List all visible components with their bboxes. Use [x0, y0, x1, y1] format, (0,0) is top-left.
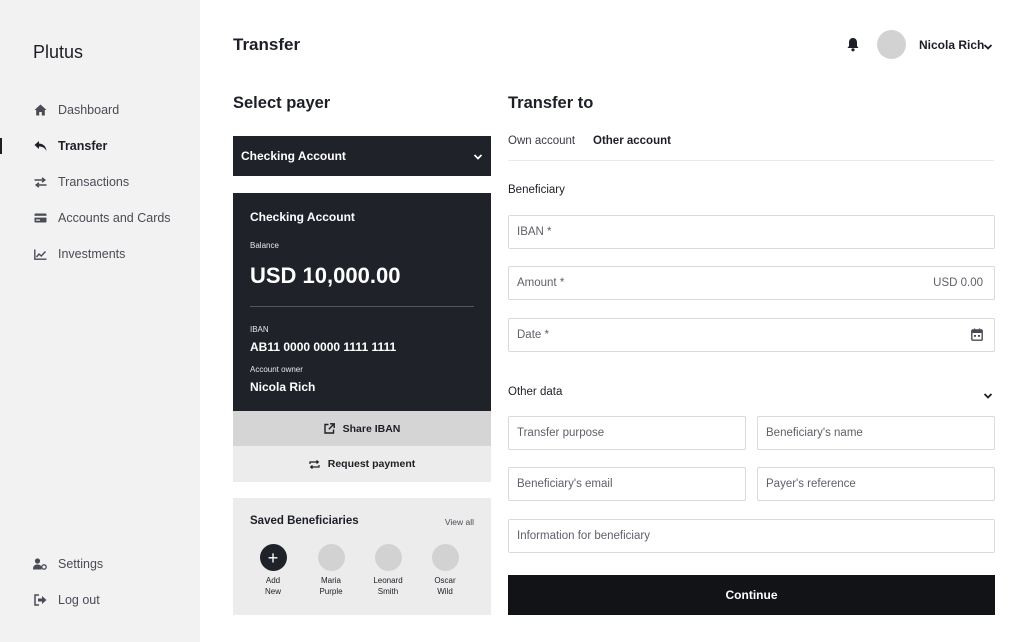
balance-label: Balance: [250, 241, 279, 250]
account-card: Checking Account Balance USD 10,000.00 I…: [233, 193, 491, 411]
beneficiary-email-field: [508, 467, 746, 501]
sidebar-item-label: Transfer: [58, 139, 108, 153]
transfer-tabs: Own account Other account: [508, 135, 994, 161]
chevron-down-icon[interactable]: [983, 38, 993, 56]
credit-card-icon: [33, 211, 47, 225]
share-iban-button[interactable]: Share IBAN: [233, 411, 491, 446]
sidebar-item-label: Transactions: [58, 175, 130, 189]
sidebar-nav: Dashboard Transfer Transactions Accounts…: [0, 92, 200, 272]
sidebar-item-label: Dashboard: [58, 103, 120, 117]
date-field: [508, 318, 995, 352]
bell-icon[interactable]: [846, 37, 860, 57]
sidebar: Plutus Dashboard Transfer Transactions A…: [0, 0, 200, 642]
brand-logo: Plutus: [33, 42, 84, 62]
payer-reference-field: [757, 467, 995, 501]
reply-arrow-icon: [33, 139, 47, 153]
line-chart-icon: [33, 247, 47, 261]
plus-icon: +: [259, 544, 287, 571]
sign-out-icon: [33, 593, 47, 607]
information-field: [508, 519, 995, 553]
user-cog-icon: [33, 557, 47, 571]
avatar[interactable]: [877, 30, 906, 59]
card-divider: [250, 306, 474, 307]
avatar: [317, 544, 345, 571]
owner-value: Nicola Rich: [250, 380, 316, 394]
transfer-purpose-field: [508, 416, 746, 450]
iban-field: [508, 215, 995, 249]
beneficiary-section-label: Beneficiary: [508, 184, 565, 196]
amount-input[interactable]: [509, 267, 994, 299]
account-select-value: Checking Account: [241, 149, 346, 163]
beneficiary-name: Leonard Smith: [373, 576, 403, 596]
owner-label: Account owner: [250, 365, 303, 374]
beneficiary-item[interactable]: Oscar Wild: [425, 544, 465, 597]
request-payment-button[interactable]: Request payment: [233, 446, 491, 482]
sidebar-item-transactions[interactable]: Transactions: [0, 164, 200, 200]
avatar: [431, 544, 459, 571]
sidebar-item-transfer[interactable]: Transfer: [0, 128, 200, 164]
account-select[interactable]: Checking Account: [233, 136, 491, 176]
exchange-arrows-icon: [33, 175, 47, 189]
beneficiary-item[interactable]: Maria Purple: [311, 544, 351, 597]
beneficiary-email-input[interactable]: [509, 468, 745, 500]
iban-value: AB11 0000 0000 1111 1111: [250, 340, 397, 354]
transfer-to-heading: Transfer to: [508, 94, 594, 112]
beneficiary-name: Oscar Wild: [434, 576, 456, 596]
beneficiary-name: Add New: [264, 576, 281, 596]
amount-field: USD 0.00: [508, 266, 995, 300]
page-title: Transfer: [233, 35, 301, 54]
balance-amount: USD 10,000.00: [250, 263, 401, 288]
share-iban-label: Share IBAN: [342, 422, 401, 435]
sidebar-bottom-nav: Settings Log out: [0, 546, 200, 618]
request-payment-label: Request payment: [327, 458, 416, 470]
iban-input[interactable]: [509, 216, 994, 248]
iban-label: IBAN: [250, 325, 269, 334]
beneficiary-name: Maria Purple: [319, 576, 343, 596]
chevron-down-icon: [473, 150, 483, 164]
continue-button[interactable]: Continue: [508, 575, 995, 615]
sidebar-item-accounts-and-cards[interactable]: Accounts and Cards: [0, 200, 200, 236]
view-all-link[interactable]: View all: [445, 517, 474, 527]
sidebar-item-label: Settings: [58, 557, 104, 571]
sidebar-item-investments[interactable]: Investments: [0, 236, 200, 272]
calendar-icon[interactable]: [971, 328, 983, 346]
avatar: [374, 544, 402, 571]
sidebar-item-dashboard[interactable]: Dashboard: [0, 92, 200, 128]
transfer-purpose-input[interactable]: [509, 417, 745, 449]
other-data-label: Other data: [508, 386, 563, 398]
amount-currency-suffix: USD 0.00: [933, 277, 983, 289]
saved-beneficiaries-title: Saved Beneficiaries: [250, 515, 359, 527]
beneficiary-name-input[interactable]: [758, 417, 994, 449]
user-name[interactable]: Nicola Rich: [919, 38, 984, 52]
add-beneficiary-button[interactable]: + Add New: [253, 544, 293, 597]
information-input[interactable]: [509, 520, 994, 552]
tab-own-account[interactable]: Own account: [508, 135, 575, 147]
card-account-name: Checking Account: [250, 210, 355, 224]
saved-beneficiaries-panel: Saved Beneficiaries View all + Add New Ma…: [233, 498, 491, 615]
home-icon: [33, 103, 47, 117]
sidebar-item-log-out[interactable]: Log out: [0, 582, 200, 618]
select-payer-heading: Select payer: [233, 94, 331, 112]
date-input[interactable]: [509, 319, 994, 351]
tab-other-account[interactable]: Other account: [593, 135, 671, 147]
sidebar-item-label: Log out: [58, 593, 100, 607]
chevron-down-icon[interactable]: [983, 387, 993, 405]
payer-reference-input[interactable]: [758, 468, 994, 500]
repeat-icon: [309, 459, 320, 469]
beneficiary-item[interactable]: Leonard Smith: [368, 544, 408, 597]
sidebar-item-label: Investments: [58, 247, 126, 261]
external-link-icon: [323, 423, 335, 434]
sidebar-item-label: Accounts and Cards: [58, 211, 171, 225]
beneficiary-name-field: [757, 416, 995, 450]
sidebar-item-settings[interactable]: Settings: [0, 546, 200, 582]
